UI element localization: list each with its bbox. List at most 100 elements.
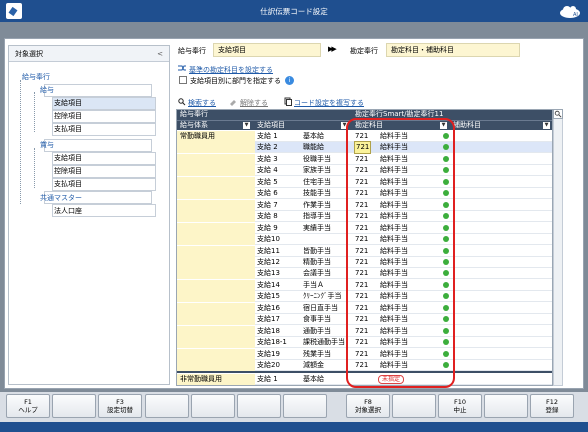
clear-icon [230,100,236,106]
tree-item-common-0[interactable]: 法人口座 [54,205,82,217]
pay-item-name: 職能給 [303,143,324,152]
pay-item-name: 役職手当 [303,154,331,163]
arrows-icon: ▶▶ [328,45,337,53]
pay-item-name: ｸﾘｰﾆﾝｸﾞ手当 [303,292,342,301]
fkey-6[interactable] [237,394,281,418]
info-icon[interactable]: i [285,76,294,85]
tree-item-salary-1[interactable]: 控除項目 [54,110,82,122]
filter-pay-system-icon[interactable]: ▼ [243,122,250,129]
pay-system-cell [177,188,255,200]
pay-item-code: 支給 1 [257,132,278,140]
tree-item-salary-2[interactable]: 支払項目 [54,123,82,135]
pay-item-name: 残業手当 [303,349,331,358]
pay-system-cell [177,165,255,177]
pay-system-cell [177,199,255,211]
fkey-label: 設定切替 [107,406,133,414]
pay-item-name: 実績手当 [303,223,331,232]
highlight-frame [346,118,455,388]
fkey-number: F8 [364,398,372,406]
pay-item-code: 支給 2 [257,143,278,152]
pay-item-code: 支給 7 [257,200,278,209]
dept-checkbox[interactable] [179,76,187,84]
tree-box [44,84,152,97]
filter-sub-account-icon[interactable]: ▼ [543,122,550,129]
source-field[interactable]: 支給項目 [213,43,321,57]
fkey-4[interactable] [145,394,189,418]
pay-item-name: 住宅手当 [303,177,331,186]
tree-item-bonus-0[interactable]: 支給項目 [54,152,82,164]
dest-label: 勘定奉行 [350,47,378,55]
fkey-label: 対象選択 [355,406,381,414]
shuffle-icon [178,65,186,71]
pay-item-name: 基本給 [303,375,324,384]
cloud-ai-logo-icon: AI [560,6,580,18]
pay-item-name: 精勤手当 [303,257,331,266]
pay-item-name: 会議手当 [303,269,331,278]
search-icon [178,98,186,106]
fkey-7[interactable] [283,394,327,418]
pay-system-cell [177,245,255,257]
window-title: 仕訳伝票コード設定 [260,7,328,16]
pay-system-cell [177,291,255,303]
fkey-number: F1 [24,398,32,406]
svg-text:AI: AI [573,12,578,18]
fkey-9[interactable] [392,394,436,418]
pay-item-code: 支給10 [257,235,280,244]
pay-system-cell: 非常勤職員用 [177,374,255,385]
copy-icon [284,97,292,106]
fkey-label: 中止 [453,406,467,414]
header-source: 給与奉行 [180,110,208,118]
pay-system-cell [177,256,255,268]
pay-item-code: 支給11 [257,246,280,255]
set-default-account-link[interactable]: 基準の勘定科目を設定する [189,65,273,75]
pay-item-code: 支給 1 [257,375,278,384]
tree-item-salary-0[interactable]: 支給項目 [54,97,82,109]
pay-system-cell [177,234,255,246]
pay-item-name: 減額金 [303,361,324,369]
pay-item-code: 支給 3 [257,154,278,163]
fkey-11[interactable] [484,394,528,418]
fkey-3[interactable]: F3 設定切替 [98,394,142,418]
tree-item-bonus-2[interactable]: 支払項目 [54,178,82,190]
grid-search-icon[interactable] [553,109,563,119]
pay-item-code: 支給 8 [257,212,278,221]
pay-item-code: 支給12 [257,257,280,266]
vertical-scrollbar[interactable] [553,109,563,386]
header-pay-system: 給与体系 [180,121,208,129]
pay-system-cell [177,314,255,326]
fkey-1[interactable]: F1 ヘルプ [6,394,50,418]
pay-item-code: 支給 6 [257,189,278,198]
dest-field[interactable]: 勘定科目・補助科目 [386,43,520,57]
pay-item-code: 支給18-1 [257,338,287,347]
pay-item-code: 支給 9 [257,223,278,232]
clear-link[interactable]: 解除する [240,98,268,108]
tree-group-salary[interactable]: 給与 [40,84,54,96]
fkey-label: ヘルプ [18,406,38,414]
collapse-button[interactable]: < [157,50,163,58]
fkey-5[interactable] [191,394,235,418]
search-link[interactable]: 検索する [188,98,216,108]
dept-checkbox-label: 支給項目別に部門を指定する [190,77,281,85]
fkey-2[interactable] [52,394,96,418]
copy-code-link[interactable]: コード設定を複写する [294,98,364,108]
tree-item-bonus-1[interactable]: 控除項目 [54,165,82,177]
tree-group-bonus[interactable]: 賞与 [40,139,54,151]
fkey-8[interactable]: F8 対象選択 [346,394,390,418]
pay-item-name: 技能手当 [303,189,331,198]
tree-root[interactable]: 給与奉行 [22,71,50,83]
tree-line [34,148,35,188]
pay-system-cell [177,268,255,280]
pay-system-cell [177,325,255,337]
fkey-10[interactable]: F10 中止 [438,394,482,418]
fkey-12[interactable]: F12 登録 [530,394,574,418]
pay-item-code: 支給20 [257,361,280,369]
pay-system-cell [177,279,255,291]
fkey-number: F3 [116,398,124,406]
pay-system-cell [177,337,255,349]
pay-item-name: 基本給 [303,132,324,140]
tree-group-common[interactable]: 共通マスター [40,192,82,204]
pay-item-code: 支給13 [257,269,280,278]
pay-item-name: 手当Ａ [303,280,324,289]
header-sub-account: 補助科目 [453,121,481,129]
pay-system-cell [177,142,255,154]
